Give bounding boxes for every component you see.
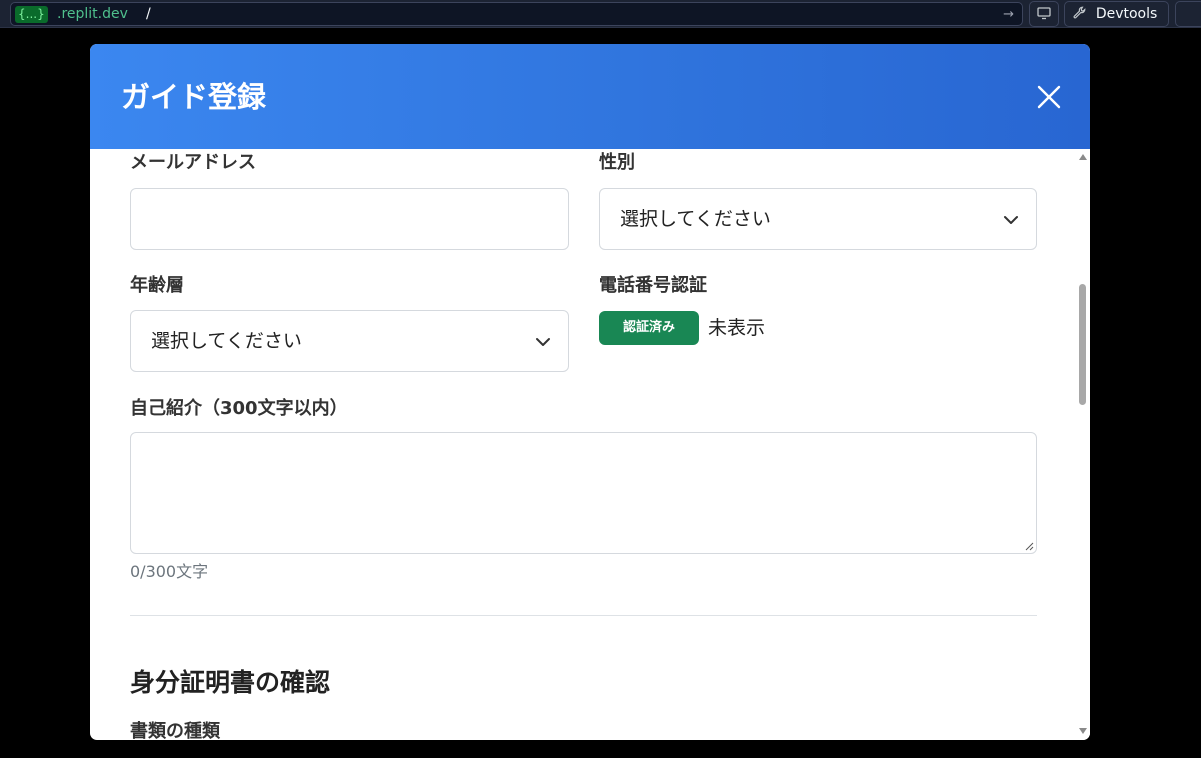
scroll-up-arrow-icon[interactable] <box>1079 154 1087 160</box>
scrollbar-track[interactable] <box>1076 149 1090 740</box>
toolbar-edge-button[interactable] <box>1175 1 1201 27</box>
browser-toolbar: {...} .replit.dev / → Devtools <box>0 0 1201 28</box>
devtools-label: Devtools <box>1095 6 1158 22</box>
url-domain: .replit.dev <box>57 6 128 22</box>
wrench-icon <box>1073 6 1090 21</box>
chevron-down-icon <box>536 338 550 346</box>
close-icon[interactable] <box>1034 82 1064 112</box>
email-label: メールアドレス <box>130 152 256 173</box>
section-divider <box>130 615 1037 616</box>
gender-label: 性別 <box>599 152 635 173</box>
url-path: / <box>146 6 151 22</box>
email-field[interactable] <box>130 188 569 250</box>
bio-char-counter: 0/300文字 <box>130 562 209 581</box>
phone-verification-label: 電話番号認証 <box>599 275 707 296</box>
bio-textarea[interactable] <box>130 432 1037 554</box>
guide-registration-modal: ガイド登録 メールアドレス 性別 選択してください 年齢層 選択してください 電… <box>90 44 1090 740</box>
url-bar[interactable]: {...} .replit.dev / → <box>10 2 1023 26</box>
screen-button[interactable] <box>1029 1 1059 27</box>
doc-type-label: 書類の種類 <box>130 721 220 740</box>
age-label: 年齢層 <box>130 275 184 296</box>
modal-title: ガイド登録 <box>121 80 267 114</box>
arrow-right-icon[interactable]: → <box>1003 6 1014 23</box>
age-select[interactable]: 選択してください <box>130 310 569 372</box>
scroll-down-arrow-icon[interactable] <box>1079 728 1087 734</box>
verified-badge: 認証済み <box>599 311 699 345</box>
modal-body: メールアドレス 性別 選択してください 年齢層 選択してください 電話番号認証 … <box>90 149 1090 740</box>
gender-select[interactable]: 選択してください <box>599 188 1037 250</box>
gender-select-value: 選択してください <box>620 208 771 230</box>
chevron-down-icon <box>1004 216 1018 224</box>
url-chip: {...} <box>15 6 48 23</box>
monitor-icon <box>1037 6 1051 22</box>
devtools-button[interactable]: Devtools <box>1064 1 1169 27</box>
bio-label: 自己紹介（300文字以内） <box>130 398 348 419</box>
scrollbar-thumb[interactable] <box>1079 284 1086 405</box>
id-section-title: 身分証明書の確認 <box>130 668 331 697</box>
modal-header: ガイド登録 <box>90 44 1090 149</box>
phone-note: 未表示 <box>708 317 766 339</box>
age-select-value: 選択してください <box>151 330 302 352</box>
resize-handle-icon[interactable] <box>1025 542 1034 551</box>
